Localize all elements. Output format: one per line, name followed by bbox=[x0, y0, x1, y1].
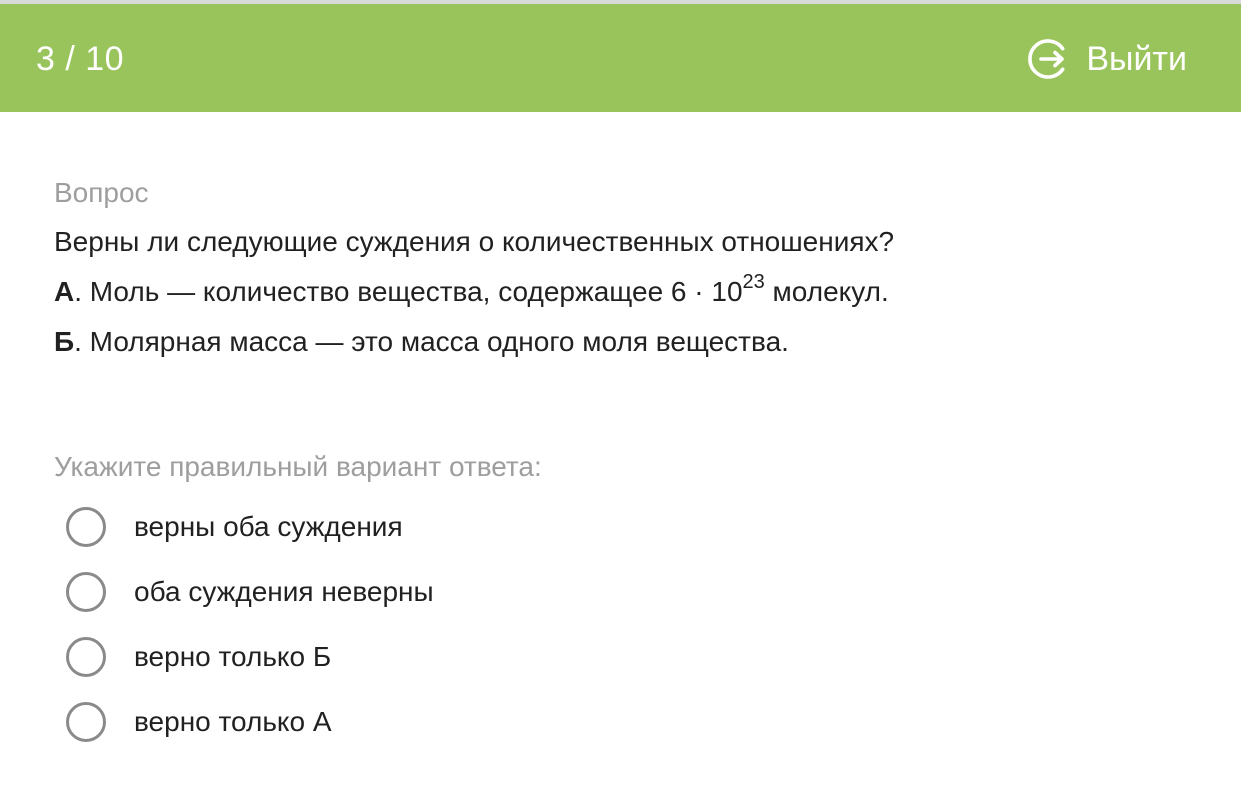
answer-caption: Укажите правильный вариант ответа: bbox=[54, 451, 542, 482]
option-label: верны оба суждения bbox=[134, 511, 403, 542]
answer-option-3[interactable]: верно только Б bbox=[66, 634, 434, 680]
answer-option-2[interactable]: оба суждения неверны bbox=[66, 569, 434, 615]
statement-text-end: молекул. bbox=[764, 276, 889, 307]
answer-option-1[interactable]: верны оба суждения bbox=[66, 504, 434, 550]
statement-b: Б. Молярная масса — это масса одного мол… bbox=[54, 325, 1194, 359]
exit-icon bbox=[1028, 39, 1065, 79]
question-caption: Вопрос bbox=[54, 177, 149, 208]
statement-text: . Моль — количество вещества, содержащее… bbox=[74, 276, 743, 307]
statement-text: . Молярная масса — это масса одного моля… bbox=[74, 326, 789, 357]
radio-button[interactable] bbox=[66, 507, 106, 547]
statement-exponent: 23 bbox=[742, 270, 765, 293]
question-title: Верны ли следующие суждения о количестве… bbox=[54, 226, 895, 257]
exit-button[interactable]: Выйти bbox=[1026, 34, 1187, 84]
quiz-header: 3 / 10 Выйти bbox=[0, 4, 1241, 112]
answer-option-4[interactable]: верно только А bbox=[66, 699, 434, 745]
statement-a: А. Моль — количество вещества, содержаще… bbox=[54, 272, 1194, 309]
exit-label: Выйти bbox=[1086, 40, 1187, 78]
statement-letter: Б bbox=[54, 326, 75, 357]
option-label: верно только Б bbox=[134, 641, 332, 672]
option-label: оба суждения неверны bbox=[134, 576, 434, 607]
question-block: Вопрос Верны ли следующие суждения о кол… bbox=[54, 176, 1194, 359]
option-label: верно только А bbox=[134, 706, 332, 737]
radio-button[interactable] bbox=[66, 572, 106, 612]
statement-letter: А bbox=[54, 276, 75, 307]
question-progress: 3 / 10 bbox=[36, 40, 125, 78]
radio-button[interactable] bbox=[66, 702, 106, 742]
radio-button[interactable] bbox=[66, 637, 106, 677]
answer-options: верны оба суждения оба суждения неверны … bbox=[66, 504, 434, 764]
